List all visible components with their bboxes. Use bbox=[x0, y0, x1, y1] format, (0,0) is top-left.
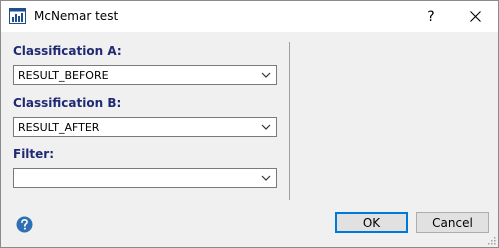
window-title: McNemar test bbox=[34, 9, 119, 23]
vertical-divider bbox=[289, 42, 290, 200]
chevron-down-icon bbox=[261, 124, 271, 130]
resize-grip-icon[interactable] bbox=[486, 235, 496, 245]
classification-b-select[interactable]: RESULT_AFTER bbox=[13, 117, 277, 137]
close-button[interactable] bbox=[453, 1, 497, 32]
close-icon bbox=[469, 11, 481, 22]
chevron-down-icon bbox=[261, 175, 271, 181]
filter-label: Filter: bbox=[13, 147, 55, 161]
help-button[interactable]: ? bbox=[409, 1, 453, 32]
filter-select[interactable] bbox=[13, 168, 277, 188]
classification-a-label: Classification A: bbox=[13, 44, 122, 58]
classification-b-value: RESULT_AFTER bbox=[18, 121, 100, 134]
cancel-button[interactable]: Cancel bbox=[416, 212, 489, 233]
mcnemar-dialog: McNemar test ? Classification A: RESULT_… bbox=[0, 0, 499, 248]
question-mark-icon: ? bbox=[427, 8, 435, 25]
classification-a-value: RESULT_BEFORE bbox=[18, 69, 109, 82]
help-icon[interactable] bbox=[16, 216, 33, 233]
title-bar[interactable]: McNemar test ? bbox=[1, 1, 498, 32]
ok-button[interactable]: OK bbox=[335, 212, 408, 233]
classification-b-label: Classification B: bbox=[13, 96, 122, 110]
chevron-down-icon bbox=[261, 72, 271, 78]
chart-table-icon bbox=[9, 8, 26, 24]
classification-a-select[interactable]: RESULT_BEFORE bbox=[13, 65, 277, 85]
